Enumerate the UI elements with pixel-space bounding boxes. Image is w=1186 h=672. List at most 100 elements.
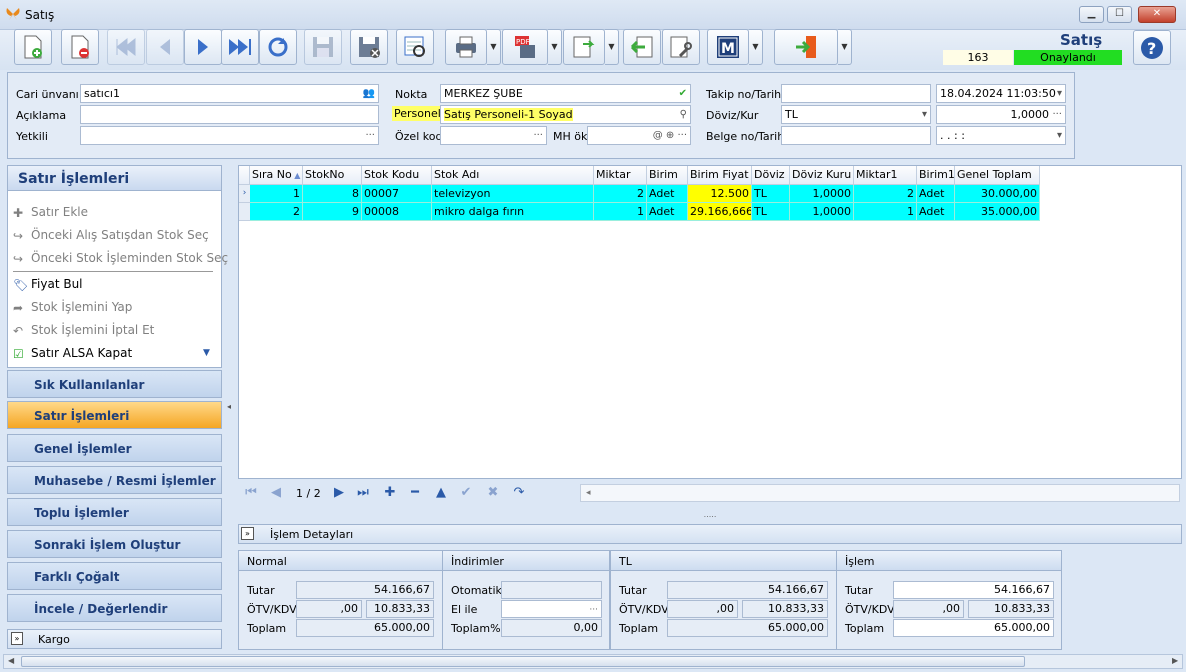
belge-input[interactable] [781, 126, 931, 145]
scroll-right-icon[interactable]: ▶ [1172, 656, 1178, 665]
category-genel-islemler[interactable]: Genel İşlemler [7, 434, 222, 462]
save-button[interactable] [304, 29, 342, 65]
category-sik-kullanilanlar[interactable]: Sık Kullanılanlar [7, 370, 222, 398]
person-lookup-icon[interactable]: ⚲ [680, 106, 687, 123]
next-record-button[interactable] [184, 29, 222, 65]
kur-input[interactable]: 1,0000 ··· [936, 105, 1066, 124]
grid-cell[interactable]: mikro dalga fırın [432, 203, 594, 221]
column-header[interactable]: Birim1 [917, 166, 955, 185]
scroll-thumb[interactable] [21, 656, 1025, 667]
add-row-icon[interactable]: ✚ [380, 484, 400, 502]
grid-cell[interactable]: 1 [594, 203, 647, 221]
next-page-icon[interactable]: ▶ [329, 484, 349, 502]
column-header[interactable]: StokNo [303, 166, 362, 185]
grid-cell[interactable]: 35.000,00 [955, 203, 1040, 221]
fiyat-bul-action[interactable]: 🏷 Fiyat Bul [13, 277, 83, 292]
yetkili-input[interactable]: ··· [80, 126, 379, 145]
accounting-m-button[interactable]: M [707, 29, 749, 65]
kargo-bar[interactable]: Kargo [7, 629, 222, 649]
grid-cell[interactable]: 29.166,6666 [688, 203, 752, 221]
grid-cell[interactable]: 2 [250, 203, 303, 221]
scroll-left-icon[interactable]: ◂ [581, 488, 591, 498]
category-muhasebe[interactable]: Muhasebe / Resmi İşlemler [7, 466, 222, 494]
email-lookup-icon[interactable]: @ ⊕ ··· [653, 127, 687, 144]
column-header[interactable]: Birim Fiyat [688, 166, 752, 185]
maximize-button[interactable]: ☐ [1107, 6, 1132, 23]
remove-row-icon[interactable]: ━ [405, 484, 425, 502]
cancel-icon[interactable]: ✖ [483, 484, 503, 502]
grid-cell[interactable]: 8 [303, 185, 362, 203]
grid-cell[interactable]: 2 [854, 185, 917, 203]
exit-button[interactable] [774, 29, 838, 65]
elile-input[interactable]: ··· [501, 600, 602, 618]
last-page-icon[interactable]: ⏭ [353, 484, 373, 502]
first-record-button[interactable] [107, 29, 145, 65]
category-incele[interactable]: İncele / Değerlendir [7, 594, 222, 622]
grid-cell[interactable]: 00007 [362, 185, 432, 203]
details-splitter[interactable]: ..... [238, 511, 1182, 520]
export-dropdown[interactable]: ▼ [605, 29, 619, 65]
grid-cell[interactable]: 12.500 [688, 185, 752, 203]
grid-cell[interactable]: Adet [647, 185, 688, 203]
previous-record-button[interactable] [146, 29, 184, 65]
column-header[interactable]: Döviz Kuru [790, 166, 854, 185]
ellipsis-icon[interactable]: ··· [365, 127, 375, 144]
previous-page-icon[interactable]: ◀ [266, 484, 286, 502]
grid-cell[interactable]: Adet [647, 203, 688, 221]
aciklama-input[interactable] [80, 105, 379, 124]
collapse-icon[interactable]: » [241, 527, 254, 540]
grid-cell[interactable]: 1 [854, 203, 917, 221]
first-page-icon[interactable]: ⏮ [241, 484, 261, 502]
onceki-stok-action[interactable]: ↪ Önceki Stok İşleminden Stok Seç [13, 251, 228, 266]
export-button[interactable] [563, 29, 605, 65]
save-close-button[interactable] [350, 29, 388, 65]
main-hscroll[interactable]: ◀ ▶ [3, 654, 1183, 669]
preview-button[interactable] [396, 29, 434, 65]
grid-hscroll[interactable]: ◂ [580, 484, 1180, 502]
confirm-icon[interactable]: ✔ [456, 484, 476, 502]
help-button[interactable]: ? [1133, 30, 1171, 65]
ellipsis-icon[interactable]: ··· [533, 127, 543, 144]
grid-cell[interactable]: 1,0000 [790, 185, 854, 203]
grid-cell[interactable]: televizyon [432, 185, 594, 203]
move-up-icon[interactable]: ▲ [431, 484, 451, 502]
stok-islemi-iptal-action[interactable]: ↶ Stok İşlemini İptal Et [13, 323, 154, 338]
exit-dropdown[interactable]: ▼ [838, 29, 852, 65]
expand-chevron-icon[interactable]: ▼ [203, 348, 210, 358]
satir-ekle-action[interactable]: ✚ Satır Ekle [13, 205, 88, 220]
grid-cell[interactable]: 30.000,00 [955, 185, 1040, 203]
column-header[interactable]: Döviz [752, 166, 790, 185]
minimize-button[interactable]: ▁ [1079, 6, 1104, 23]
column-header[interactable]: Stok Kodu [362, 166, 432, 185]
ellipsis-icon[interactable]: ··· [1052, 106, 1062, 123]
grid-cell[interactable]: 1,0000 [790, 203, 854, 221]
people-lookup-icon[interactable]: 👥 [363, 85, 375, 102]
panel-splitter-icon[interactable]: ◂ [227, 402, 231, 411]
satir-alsa-kapat-action[interactable]: ☑ Satır ALSA Kapat [13, 346, 132, 361]
category-farkli-cogalt[interactable]: Farklı Çoğalt [7, 562, 222, 590]
print-button[interactable] [445, 29, 487, 65]
redo-icon[interactable]: ↷ [509, 484, 529, 502]
column-header[interactable]: Stok Adı [432, 166, 594, 185]
ozel-kod-input[interactable]: ··· [440, 126, 547, 145]
pdf-dropdown[interactable]: ▼ [548, 29, 562, 65]
details-bar[interactable] [238, 524, 1182, 544]
stok-islemi-yap-action[interactable]: ➦ Stok İşlemini Yap [13, 300, 132, 315]
category-toplu-islemler[interactable]: Toplu İşlemler [7, 498, 222, 526]
grid-cell[interactable]: 9 [303, 203, 362, 221]
chevron-down-icon[interactable]: ▾ [1057, 85, 1062, 102]
ellipsis-icon[interactable]: ··· [589, 605, 598, 615]
grid-cell[interactable]: TL [752, 185, 790, 203]
column-header[interactable]: Sıra No ▲ [250, 166, 303, 185]
grid-cell[interactable]: 00008 [362, 203, 432, 221]
chevron-down-icon[interactable]: ▾ [1057, 127, 1062, 144]
accounting-dropdown[interactable]: ▼ [749, 29, 763, 65]
pdf-save-button[interactable]: PDF [502, 29, 548, 65]
nokta-input[interactable]: MERKEZ ŞUBE ✔ [440, 84, 691, 103]
takip-date-input[interactable]: 18.04.2024 11:03:50 ▾ [936, 84, 1066, 103]
refresh-button[interactable] [259, 29, 297, 65]
last-record-button[interactable] [221, 29, 259, 65]
scroll-left-icon[interactable]: ◀ [8, 656, 14, 665]
new-document-button[interactable] [14, 29, 52, 65]
grid-cell[interactable]: 1 [250, 185, 303, 203]
